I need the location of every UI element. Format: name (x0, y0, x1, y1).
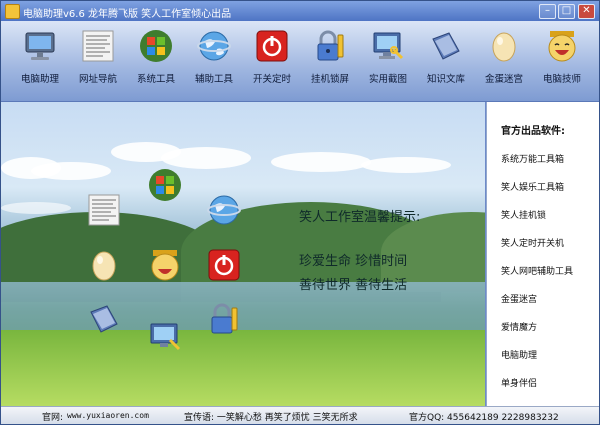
sidebar-item-golden-egg-maze[interactable]: 金蛋迷宫 (501, 292, 537, 305)
windows-logo-icon[interactable] (148, 168, 182, 202)
tool-system[interactable]: 系统工具 (128, 29, 184, 95)
status-bar: 官网: www.yuxiaoren.com 宣传语: 一笑解心愁 再笑了烦忧 三… (1, 406, 599, 424)
app-window: 电脑助理v6.6 龙年腾飞版 笑人工作室倾心出品 – □ ✕ 电脑助理 网址导航… (0, 0, 600, 425)
cloud (271, 152, 371, 172)
tool-label: 实用截图 (368, 74, 407, 85)
golden-egg-icon (492, 32, 516, 62)
padlock-key-icon[interactable] (207, 302, 241, 336)
sidebar-item-love-cube[interactable]: 爱情魔方 (501, 320, 537, 333)
desktop-area: 笑人工作室温馨提示: 珍爱生命 珍惜时间 善待世界 善待生活 (1, 102, 485, 406)
globe-icon[interactable] (207, 193, 241, 227)
sidebar-item-single-companion[interactable]: 单身伴侣 (501, 376, 537, 389)
tips-panel: 笑人工作室温馨提示: 珍爱生命 珍惜时间 善待世界 善待生活 (299, 206, 420, 298)
sidebar-item-netcafe-tool[interactable]: 笑人网吧辅助工具 (501, 264, 573, 277)
power-button-icon (256, 30, 288, 62)
cloud (161, 147, 251, 169)
laughing-face-icon[interactable] (148, 248, 182, 282)
window-title: 电脑助理v6.6 龙年腾飞版 笑人工作室倾心出品 (23, 9, 232, 20)
tool-label: 挂机锁屏 (310, 74, 349, 85)
sidebar-item-timer-shutdown[interactable]: 笑人定时开关机 (501, 236, 564, 249)
screenshot-monitor-icon (373, 32, 404, 60)
sidebar-item-system-toolbox[interactable]: 系统万能工具箱 (501, 152, 564, 165)
cloud (1, 202, 71, 214)
tips-line: 珍爱生命 珍惜时间 (299, 254, 408, 269)
sidebar-heading: 官方出品软件: (501, 126, 565, 137)
tips-heading: 笑人工作室温馨提示: (299, 210, 421, 225)
golden-egg-icon[interactable] (87, 248, 121, 282)
laughing-face-icon (548, 31, 576, 62)
slogan-text: 宣传语: 一笑解心愁 再笑了烦忧 三笑无所求 (184, 413, 358, 423)
book-icon[interactable] (87, 302, 121, 336)
close-button[interactable]: ✕ (578, 4, 595, 19)
computer-monitor-icon (25, 32, 55, 60)
website-link[interactable]: www.yuxiaoren.com (67, 411, 149, 420)
minimize-button[interactable]: – (539, 4, 556, 19)
tips-line: 善待世界 善待生活 (299, 278, 408, 293)
tool-label: 开关定时 (252, 74, 291, 85)
tool-pc-technician[interactable]: 电脑技师 (534, 29, 590, 95)
sidebar-item-lock[interactable]: 笑人挂机锁 (501, 208, 546, 221)
tool-golden-egg-maze[interactable]: 金蛋迷宫 (476, 29, 532, 95)
tool-label: 电脑技师 (542, 74, 581, 85)
power-button-icon[interactable] (207, 248, 241, 282)
watermark: 当下软件园 (546, 393, 596, 404)
padlock-key-icon (317, 30, 344, 61)
web-directory-icon[interactable] (87, 193, 121, 227)
sidebar-item-entertainment-toolbox[interactable]: 笑人娱乐工具箱 (501, 180, 564, 193)
grass-field (1, 330, 485, 406)
cloud (361, 157, 451, 173)
maximize-button[interactable]: □ (558, 4, 575, 19)
qq-contact: 官方QQ: 455642189 2228983232 (409, 413, 559, 423)
tool-power-timer[interactable]: 开关定时 (244, 29, 300, 95)
tool-label: 知识文库 (426, 74, 465, 85)
sidebar-item-pc-assistant[interactable]: 电脑助理 (501, 348, 537, 361)
tool-label: 金蛋迷宫 (484, 74, 523, 85)
book-icon (432, 32, 460, 60)
globe-icon (197, 31, 231, 61)
main-toolbar: 电脑助理 网址导航 系统工具 辅助工具 开关定时 挂机锁屏 实用截图 知识文库 … (1, 21, 599, 102)
tool-label: 系统工具 (136, 74, 175, 85)
tool-web-nav[interactable]: 网址导航 (70, 29, 126, 95)
cloud (31, 162, 111, 180)
tool-lock-screen[interactable]: 挂机锁屏 (302, 29, 358, 95)
website-label: 官网: (42, 413, 64, 423)
tool-knowledge-library[interactable]: 知识文库 (418, 29, 474, 95)
tool-auxiliary[interactable]: 辅助工具 (186, 29, 242, 95)
official-software-sidebar: 官方出品软件: 系统万能工具箱 笑人娱乐工具箱 笑人挂机锁 笑人定时开关机 笑人… (486, 102, 599, 406)
tool-label: 辅助工具 (194, 74, 233, 85)
screenshot-monitor-icon[interactable] (148, 320, 182, 354)
tool-label: 网址导航 (78, 74, 117, 85)
app-logo-icon (5, 4, 20, 19)
tool-label: 电脑助理 (20, 74, 59, 85)
title-bar[interactable]: 电脑助理v6.6 龙年腾飞版 笑人工作室倾心出品 – □ ✕ (1, 1, 599, 21)
windows-logo-icon (140, 30, 172, 62)
web-directory-icon (82, 30, 114, 62)
tool-computer-assistant[interactable]: 电脑助理 (12, 29, 68, 95)
tool-screenshot[interactable]: 实用截图 (360, 29, 416, 95)
